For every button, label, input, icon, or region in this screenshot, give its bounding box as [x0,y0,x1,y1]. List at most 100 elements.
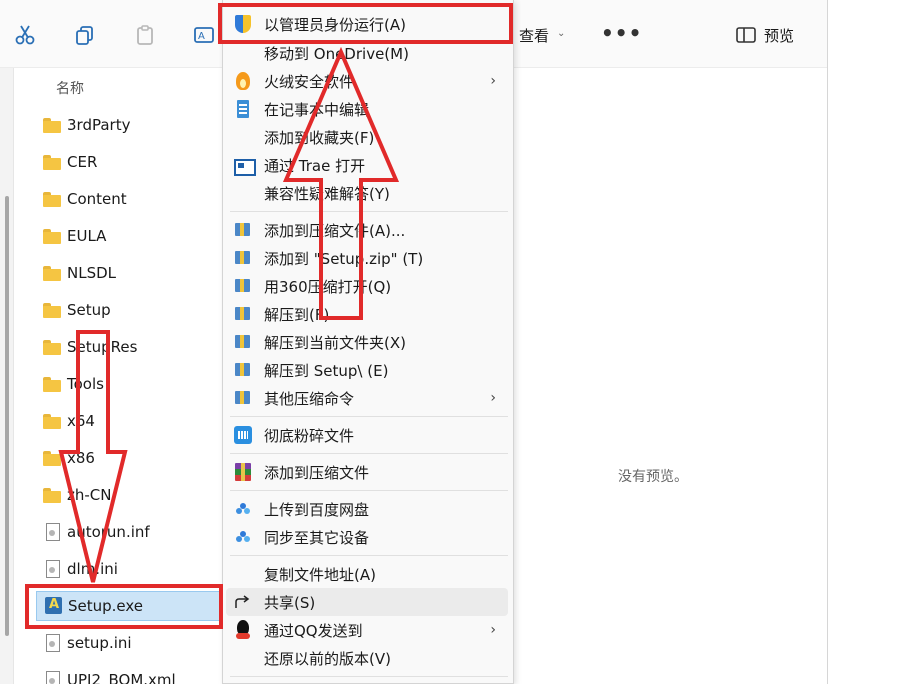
list-item[interactable]: x86 [36,444,222,472]
cut-icon[interactable] [12,22,38,48]
blank-icon [232,42,254,64]
folder-icon [42,337,64,357]
menu-item-winrar-add[interactable]: 添加到压缩文件 [226,458,508,486]
menu-item-label: 添加到 "Setup.zip" (T) [264,249,424,268]
document-icon [42,670,64,684]
list-item[interactable]: Content [36,185,222,213]
file-name: Setup [67,301,111,319]
menu-item-open-with-trae[interactable]: 通过 Trae 打开 [226,151,508,179]
copy-icon[interactable] [72,22,98,48]
menu-item-label: 添加到压缩文件 [264,463,370,482]
menu-item-shred-file[interactable]: 彻底粉碎文件 [226,421,508,449]
file-name: CER [67,153,98,171]
menu-item-extract-to-setup[interactable]: 解压到 Setup\ (E) [226,356,508,384]
name-column-header[interactable]: 名称 [56,78,84,98]
menu-item-copy-path[interactable]: 复制文件地址(A) [226,560,508,588]
list-item[interactable]: x64 [36,407,222,435]
folder-icon [42,152,64,172]
menu-item-restore-previous-versions[interactable]: 还原以前的版本(V) [226,644,508,672]
file-name: setup.ini [67,634,132,652]
list-item[interactable]: UPI2_BOM.xml [36,666,222,684]
annotation-box-setup-exe [25,584,223,629]
paste-icon[interactable] [132,22,158,48]
menu-item-add-to-setup-zip[interactable]: 添加到 "Setup.zip" (T) [226,244,508,272]
file-name: NLSDL [67,264,117,282]
menu-item-extract-to[interactable]: 解压到(F) [226,300,508,328]
archive-icon [232,359,254,381]
menu-item-share[interactable]: 共享(S) [226,588,508,616]
file-name: Content [67,190,127,208]
menu-separator [230,211,508,212]
chevron-right-icon: › [490,73,496,89]
preview-pane-icon[interactable] [733,22,759,48]
menu-item-label: 用360压缩打开(Q) [264,277,392,296]
menu-item-add-to-favorites[interactable]: 添加到收藏夹(F) [226,123,508,151]
archive-icon [232,247,254,269]
menu-separator [230,416,508,417]
archive-icon [232,219,254,241]
list-item[interactable]: Setup [36,296,222,324]
menu-item-label: 解压到 Setup\ (E) [264,361,389,380]
list-item[interactable]: CER [36,148,222,176]
list-item[interactable]: setup.ini [36,629,222,657]
list-item[interactable]: Tools [36,370,222,398]
more-options-icon[interactable]: ••• [601,21,642,45]
huorong-icon [232,70,254,92]
list-item[interactable]: SetupRes [36,333,222,361]
menu-item-add-to-archive[interactable]: 添加到压缩文件(A)... [226,216,508,244]
menu-item-send-via-qq[interactable]: 通过QQ发送到 › [226,616,508,644]
blank-icon [232,563,254,585]
file-name: EULA [67,227,107,245]
folder-icon [42,374,64,394]
menu-item-other-compress[interactable]: 其他压缩命令 › [226,384,508,412]
menu-item-label: 上传到百度网盘 [264,500,370,519]
list-item[interactable]: EULA [36,222,222,250]
notepad-icon [232,98,254,120]
folder-icon [42,485,64,505]
trae-icon [232,154,256,176]
settings-file-icon [42,522,64,542]
rename-icon[interactable]: A [191,22,217,48]
annotation-box-run-as-admin [218,3,513,44]
menu-item-label: 兼容性疑难解答(Y) [264,184,390,203]
menu-item-label: 通过QQ发送到 [264,621,363,640]
file-name: 3rdParty [67,116,131,134]
menu-item-sync-devices[interactable]: 同步至其它设备 [226,523,508,551]
archive-icon [232,275,254,297]
menu-item-extract-here[interactable]: 解压到当前文件夹(X) [226,328,508,356]
settings-file-icon [42,559,64,579]
menu-item-label: 通过 Trae 打开 [264,156,366,175]
baidu-cloud-icon [232,526,254,548]
winrar-icon [232,461,254,483]
settings-file-icon [42,633,64,653]
folder-icon [42,300,64,320]
file-name: dlm.ini [67,560,118,578]
list-item[interactable]: NLSDL [36,259,222,287]
menu-item-upload-baidu[interactable]: 上传到百度网盘 [226,495,508,523]
menu-item-label: 共享(S) [264,593,316,612]
archive-icon [232,303,254,325]
folder-icon [42,189,64,209]
menu-item-label: 解压到当前文件夹(X) [264,333,406,352]
folder-icon [42,448,64,468]
list-item[interactable]: 3rdParty [36,111,222,139]
menu-item-label: 同步至其它设备 [264,528,370,547]
file-name: SetupRes [67,338,138,356]
archive-icon [232,387,254,409]
menu-item-edit-in-notepad[interactable]: 在记事本中编辑 [226,95,508,123]
preview-button[interactable]: 预览 [764,25,794,46]
chevron-down-icon: ⌄ [557,28,566,39]
scrollbar-thumb[interactable] [5,196,9,636]
file-name: x64 [67,412,95,430]
list-item[interactable]: zh-CN [36,481,222,509]
list-item[interactable]: autorun.inf [36,518,222,546]
qq-icon [232,619,254,641]
view-menu[interactable]: 查看 [519,25,549,46]
menu-item-huorong[interactable]: 火绒安全软件 › [226,67,508,95]
menu-item-label: 添加到压缩文件(A)... [264,221,406,240]
scrollbar[interactable] [0,68,14,684]
list-item[interactable]: dlm.ini [36,555,222,583]
menu-item-label: 移动到 OneDrive(M) [264,44,409,63]
menu-item-compatibility-troubleshoot[interactable]: 兼容性疑难解答(Y) [226,179,508,207]
menu-item-open-with-360zip[interactable]: 用360压缩打开(Q) [226,272,508,300]
